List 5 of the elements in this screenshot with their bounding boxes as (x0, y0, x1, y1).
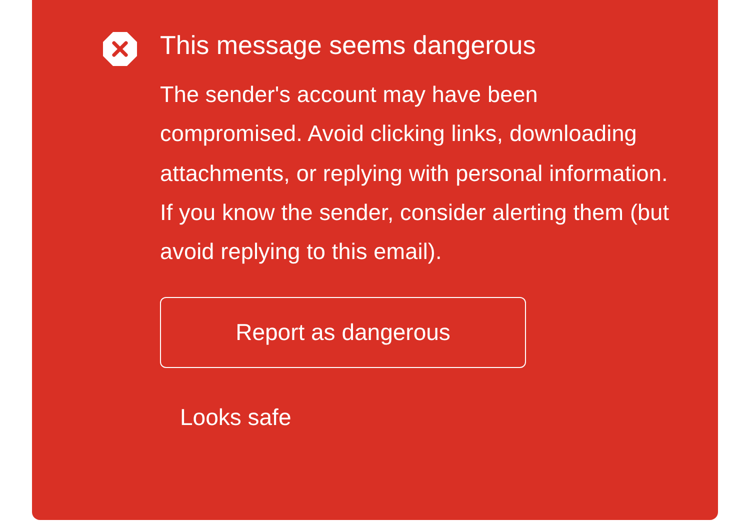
alert-message: The sender's account may have been compromised. Avoid clicking links, downloading attachments, or replying with personal information. If you know the sender, consider alerting them (but avoid replying to this email). (160, 81, 670, 266)
error-icon (102, 31, 138, 67)
safe-button[interactable]: Looks safe (160, 398, 312, 438)
alert-title: This message seems dangerous (160, 29, 537, 62)
report-button[interactable]: Report as dangerous (160, 297, 526, 368)
